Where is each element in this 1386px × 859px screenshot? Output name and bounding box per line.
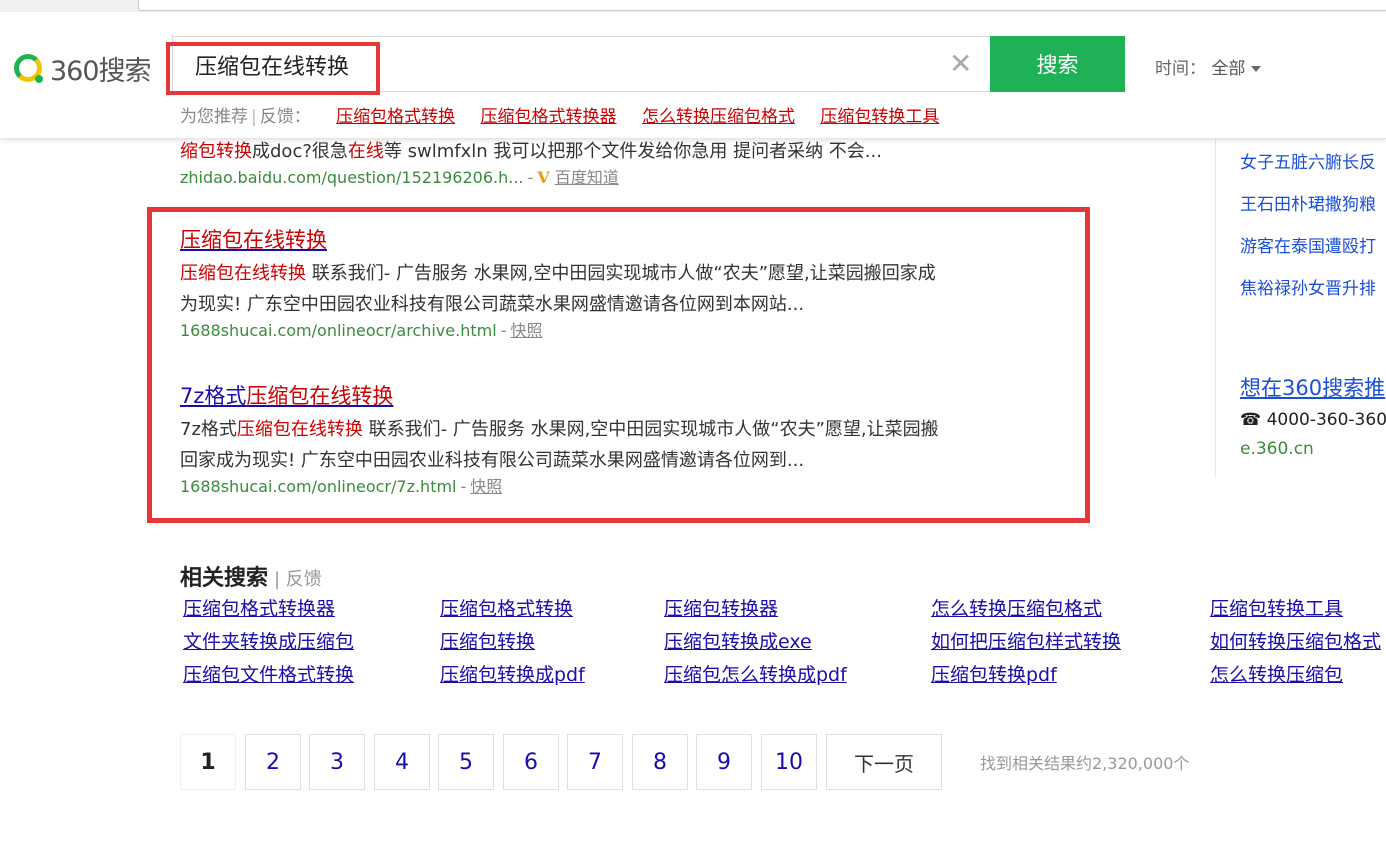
- recommend-feedback[interactable]: 反馈：: [260, 107, 311, 127]
- 360-logo-icon: [14, 54, 43, 83]
- related-link[interactable]: 怎么转换压缩包格式: [931, 594, 1102, 621]
- title-highlight: 压缩包在线转换: [246, 384, 394, 408]
- snippet-highlight: 压缩包在线转换: [236, 419, 363, 440]
- recommend-link[interactable]: 压缩包格式转换: [336, 107, 455, 127]
- related-link[interactable]: 压缩包文件格式转换: [183, 660, 354, 687]
- recommend-sep: |: [251, 107, 257, 127]
- result-item: 7z格式压缩包在线转换 7z格式压缩包在线转换 联系我们- 广告服务 水果网,空…: [180, 382, 1060, 498]
- result-url-row: zhidao.baidu.com/question/152196206.h...…: [180, 167, 1060, 189]
- snippet-text: 联系我们- 广告服务 水果网,空中田园实现城市人做“农夫”愿望,让菜园搬: [362, 419, 939, 440]
- related-link[interactable]: 压缩包格式转换: [440, 594, 573, 621]
- search-box: ✕: [172, 36, 990, 92]
- search-button[interactable]: 搜索: [990, 36, 1125, 92]
- page-link[interactable]: 9: [696, 734, 752, 790]
- related-link[interactable]: 压缩包转换pdf: [931, 660, 1057, 687]
- result-url-row: 1688shucai.com/onlineocr/archive.html - 快照: [180, 320, 1060, 342]
- snippet-text: 等 swlmfxln 我可以把那个文件发给你急用 提问者采纳 不会...: [383, 141, 882, 162]
- page-link[interactable]: 3: [309, 734, 365, 790]
- related-link[interactable]: 压缩包怎么转换成pdf: [664, 660, 847, 687]
- time-filter-label: 时间：: [1155, 59, 1206, 79]
- result-partial: 缩包转换成doc?很急在线等 swlmfxln 我可以把那个文件发给你急用 提问…: [180, 136, 1060, 189]
- page-link[interactable]: 8: [632, 734, 688, 790]
- ad-phone: ☎ 4000-360-360: [1240, 410, 1386, 430]
- time-filter[interactable]: 时间： 全部: [1155, 54, 1262, 79]
- recommend-link[interactable]: 压缩包转换工具: [820, 107, 939, 127]
- next-page-button[interactable]: 下一页: [826, 734, 942, 790]
- page-link[interactable]: 10: [761, 734, 817, 790]
- related-link[interactable]: 如何转换压缩包格式: [1210, 627, 1381, 654]
- url-dash: -: [500, 321, 507, 340]
- snippet-highlight: 在线: [347, 141, 384, 162]
- browser-url-strip: [0, 0, 1386, 12]
- result-count: 找到相关结果约2,320,000个: [980, 754, 1190, 773]
- search-header: 360搜索 ✕ 搜索 时间： 全部 为您推荐|反馈： 压缩包格式转换 压缩包格式…: [0, 12, 1386, 139]
- related-link[interactable]: 如何把压缩包样式转换: [931, 627, 1121, 654]
- news-link[interactable]: 王石田朴珺撒狗粮: [1240, 190, 1376, 215]
- page-link[interactable]: 6: [503, 734, 559, 790]
- result-url[interactable]: 1688shucai.com/onlineocr/archive.html: [180, 321, 497, 340]
- snippet-highlight: 缩包转换: [180, 141, 252, 162]
- recommend-link[interactable]: 压缩包格式转换器: [481, 107, 617, 127]
- snapshot-link[interactable]: 快照: [470, 477, 502, 496]
- right-sidebar: 女子五脏六腑长反 王石田朴珺撒狗粮 游客在泰国遭殴打 焦裕禄孙女晋升排 想在36…: [1215, 138, 1386, 478]
- title-text: 7z格式: [180, 384, 247, 408]
- snippet-text: 成doc?很急: [252, 141, 348, 162]
- result-snippet: 7z格式压缩包在线转换 联系我们- 广告服务 水果网,空中田园实现城市人做“农夫…: [180, 414, 1060, 476]
- snippet-text: 7z格式: [180, 419, 237, 440]
- logo[interactable]: 360搜索: [14, 48, 152, 88]
- snippet-highlight: 压缩包在线转换: [180, 263, 306, 284]
- result-title[interactable]: 压缩包在线转换: [180, 226, 1060, 254]
- ad-title-link[interactable]: 想在360搜索推: [1240, 372, 1385, 402]
- url-dash: -: [527, 168, 534, 187]
- page-link[interactable]: 5: [438, 734, 494, 790]
- ad-site[interactable]: e.360.cn: [1240, 439, 1314, 459]
- snippet-text: 联系我们- 广告服务 水果网,空中田园实现城市人做“农夫”愿望,让菜园搬回家成: [306, 263, 936, 284]
- time-filter-value: 全部: [1211, 59, 1246, 79]
- page-link[interactable]: 2: [245, 734, 301, 790]
- related-link[interactable]: 文件夹转换成压缩包: [183, 627, 354, 654]
- page-link[interactable]: 4: [374, 734, 430, 790]
- related-link[interactable]: 压缩包转换: [440, 627, 535, 654]
- related-link[interactable]: 压缩包转换工具: [1210, 594, 1343, 621]
- related-feedback[interactable]: | 反馈: [274, 569, 322, 590]
- verified-v-icon: V: [537, 168, 550, 187]
- result-url[interactable]: 1688shucai.com/onlineocr/7z.html: [180, 477, 457, 496]
- result-url[interactable]: zhidao.baidu.com/question/152196206.h...: [180, 168, 524, 187]
- recommend-prefix: 为您推荐: [180, 107, 248, 127]
- related-link[interactable]: 怎么转换压缩包: [1210, 660, 1343, 687]
- news-link[interactable]: 女子五脏六腑长反: [1240, 148, 1376, 173]
- title-highlight: 压缩包在线转换: [180, 228, 327, 252]
- news-link[interactable]: 游客在泰国遭殴打: [1240, 232, 1376, 257]
- url-dash: -: [460, 477, 467, 496]
- result-snippet: 缩包转换成doc?很急在线等 swlmfxln 我可以把那个文件发给你急用 提问…: [180, 136, 1060, 167]
- snippet-text: 回家成为现实! 广东空中田园农业科技有限公司蔬菜水果网盛情邀请各位网到...: [180, 450, 805, 471]
- snapshot-link[interactable]: 快照: [510, 321, 542, 340]
- recommend-row: 为您推荐 | 反馈： 压缩包格式转换 压缩包格式转换器 怎么转换压缩包格式 压缩包转…: [180, 102, 939, 127]
- source-link[interactable]: 百度知道: [555, 168, 619, 187]
- related-link[interactable]: 压缩包转换器: [664, 594, 778, 621]
- related-link[interactable]: 压缩包转换成exe: [664, 627, 812, 654]
- search-input[interactable]: [195, 49, 915, 81]
- page-current: 1: [180, 734, 236, 790]
- result-url-row: 1688shucai.com/onlineocr/7z.html - 快照: [180, 476, 1060, 498]
- logo-text: 360搜索: [50, 55, 152, 87]
- result-title[interactable]: 7z格式压缩包在线转换: [180, 382, 1060, 410]
- news-link[interactable]: 焦裕禄孙女晋升排: [1240, 274, 1376, 299]
- clear-icon[interactable]: ✕: [949, 47, 972, 81]
- result-item: 压缩包在线转换 压缩包在线转换 联系我们- 广告服务 水果网,空中田园实现城市人…: [180, 226, 1060, 342]
- address-bar[interactable]: [138, 0, 1386, 11]
- result-snippet: 压缩包在线转换 联系我们- 广告服务 水果网,空中田园实现城市人做“农夫”愿望,…: [180, 258, 1060, 320]
- related-link[interactable]: 压缩包格式转换器: [183, 594, 335, 621]
- snippet-text: 为现实! 广东空中田园农业科技有限公司蔬菜水果网盛情邀请各位网到本网站...: [180, 294, 805, 315]
- chevron-down-icon: [1251, 66, 1262, 72]
- page-link[interactable]: 7: [567, 734, 623, 790]
- recommend-link[interactable]: 怎么转换压缩包格式: [642, 107, 795, 127]
- related-link[interactable]: 压缩包转换成pdf: [440, 660, 585, 687]
- related-search-heading: 相关搜索 | 反馈: [180, 560, 322, 592]
- related-title: 相关搜索: [180, 566, 269, 591]
